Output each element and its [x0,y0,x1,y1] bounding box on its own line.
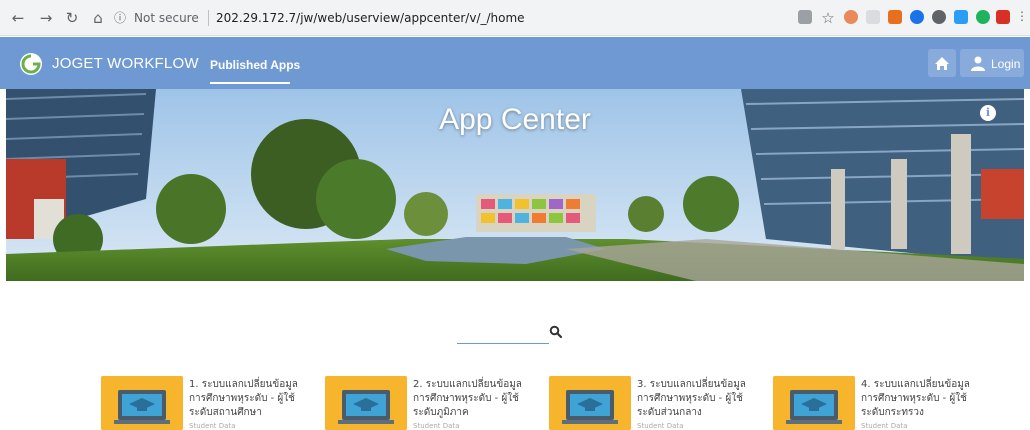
app-card-2[interactable]: 2. ระบบแลกเปลี่ยนข้อมูลการศึกษาพหุระดับ … [325,376,535,430]
menu-dots-icon[interactable]: ⋮ [1016,9,1028,23]
app-subtitle: Student Data [189,422,236,430]
url-text[interactable]: 202.29.172.7/jw/web/userview/appcenter/v… [216,6,525,30]
circle-extension-icon[interactable] [910,10,924,24]
back-arrow-icon[interactable]: ← [8,8,28,28]
app-title[interactable]: 2. ระบบแลกเปลี่ยนข้อมูลการศึกษาพหุระดับ … [413,378,537,420]
search-button[interactable] [549,324,563,339]
forward-arrow-icon[interactable]: → [36,8,56,28]
search-input[interactable] [457,326,549,344]
app-card-1[interactable]: 1. ระบบแลกเปลี่ยนข้อมูลการศึกษาพหุระดับ … [101,376,311,430]
laptop-graduation-icon [773,376,855,430]
address-bar[interactable]: ⓘ Not secure 202.29.172.7/jw/web/uservie… [108,6,788,30]
document-icon[interactable] [866,10,880,24]
app-thumbnail[interactable] [325,376,407,430]
app-thumbnail[interactable] [101,376,183,430]
banner-image: App Center i [6,89,1024,281]
app-title[interactable]: 4. ระบบแลกเปลี่ยนข้อมูลการศึกษาพหุระดับ … [861,378,985,420]
star-icon[interactable]: ☆ [818,8,838,28]
nav-published-apps[interactable]: Published Apps [210,58,300,72]
brand-name[interactable]: JOGET WORKFLOW [52,55,199,72]
nav-active-indicator [210,82,290,84]
graduation-cap-icon[interactable] [954,10,968,24]
address-divider [208,10,209,26]
login-button[interactable]: Login [960,49,1024,77]
app-subtitle: Student Data [413,422,460,430]
app-thumbnail[interactable] [773,376,855,430]
app-thumbnail[interactable] [549,376,631,430]
laptop-graduation-icon [549,376,631,430]
app-card-4[interactable]: 4. ระบบแลกเปลี่ยนข้อมูลการศึกษาพหุระดับ … [773,376,983,430]
home-icon [935,57,949,70]
extension-icon[interactable] [844,10,858,24]
info-icon[interactable]: i [980,105,996,121]
login-label: Login [991,57,1021,71]
app-title[interactable]: 1. ระบบแลกเปลี่ยนข้อมูลการศึกษาพหุระดับ … [189,378,313,420]
browser-toolbar: ← → ↻ ⌂ ⓘ Not secure 202.29.172.7/jw/web… [0,0,1030,36]
security-label[interactable]: Not secure [134,6,199,30]
mail-icon[interactable] [996,10,1010,24]
user-icon [971,56,985,71]
page-title: App Center [439,103,591,136]
laptop-graduation-icon [101,376,183,430]
app-subtitle: Student Data [861,422,908,430]
app-subtitle: Student Data [637,422,684,430]
home-button[interactable] [928,49,956,77]
reload-icon[interactable]: ↻ [62,8,82,28]
grammarly-icon[interactable] [976,10,990,24]
sc-extension-icon[interactable] [888,10,902,24]
gauge-icon[interactable] [932,10,946,24]
joget-logo-icon[interactable] [20,53,42,75]
info-circle-icon[interactable]: ⓘ [114,6,126,30]
app-title[interactable]: 3. ระบบแลกเปลี่ยนข้อมูลการศึกษาพหุระดับ … [637,378,761,420]
browser-home-icon[interactable]: ⌂ [88,8,108,28]
laptop-graduation-icon [325,376,407,430]
app-card-3[interactable]: 3. ระบบแลกเปลี่ยนข้อมูลการศึกษาพหุระดับ … [549,376,759,430]
translate-icon[interactable] [798,10,812,24]
app-header: JOGET WORKFLOW Published Apps Login [0,37,1030,89]
search-icon [549,325,563,339]
